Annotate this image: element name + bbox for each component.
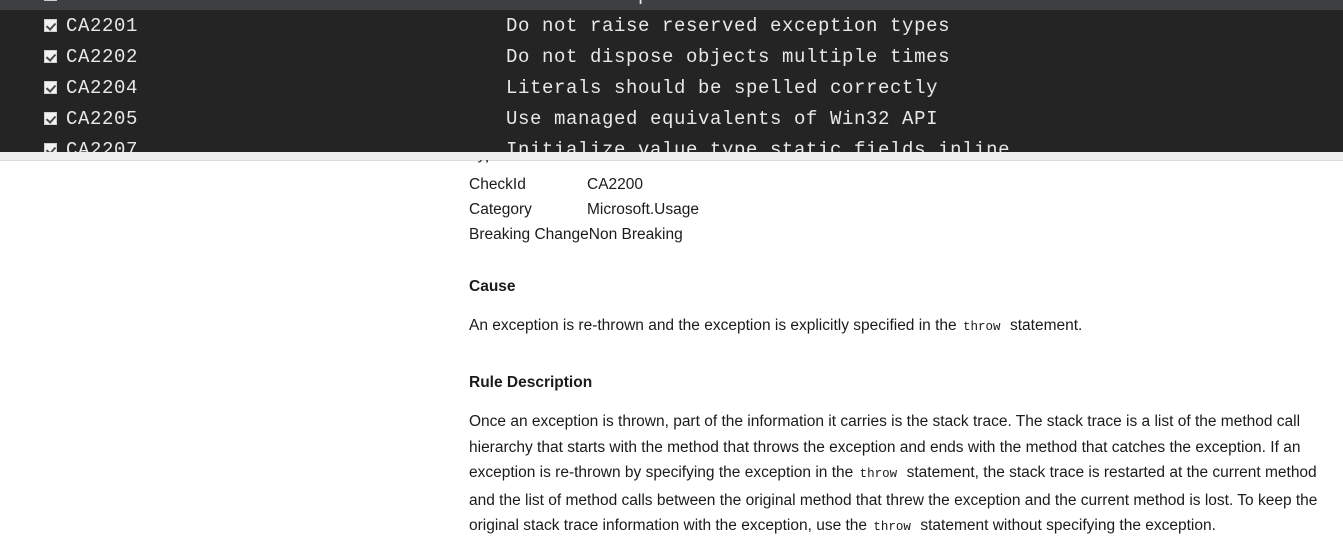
rule-code-label: CA2207: [66, 138, 139, 153]
rule-option-row[interactable]: CA2207 Initialize value type static field…: [0, 134, 1343, 152]
rule-description-label: Do not raise reserved exception types: [506, 14, 951, 37]
typename-label: TypeName: [469, 160, 544, 163]
breaking-change-row: Breaking ChangeNon Breaking: [469, 222, 699, 247]
table-row: Breaking ChangeNon Breaking: [469, 222, 699, 247]
rule-metadata-section: TypeName RethrowToPreserveStackDetails C…: [469, 160, 1329, 247]
rule-code-label: CA2205: [66, 107, 139, 130]
rule-option-row[interactable]: CA2204 Literals should be spelled correct…: [0, 72, 1343, 103]
checkbox-checked-icon[interactable]: [44, 112, 57, 125]
cause-text-after: statement.: [1009, 317, 1083, 334]
typename-value: RethrowToPreserveStackDetails: [593, 160, 815, 163]
checkid-value: CA2200: [587, 176, 644, 193]
throw-code-keyword: throw: [873, 520, 919, 534]
rule-description-label: Do not dispose objects multiple times: [506, 45, 951, 68]
rule-description-section: Rule Description: [469, 373, 592, 393]
throw-code-keyword: throw: [859, 467, 905, 481]
throw-code-keyword: throw: [962, 320, 1008, 334]
rule-code-label: CA2201: [66, 14, 139, 37]
rule-option-row[interactable]: CA2205 Use managed equivalents of Win32 A…: [0, 103, 1343, 134]
rule-description-label: Rethrow to preserve stack details: [506, 0, 902, 6]
rule-selection-overlay[interactable]: CA2200Rethrow to preserve stack detailsC…: [0, 0, 1343, 152]
cause-section: Cause: [469, 277, 516, 297]
category-label: Category: [469, 201, 532, 218]
cause-paragraph: An exception is re-thrown and the except…: [469, 313, 1331, 341]
breaking-change-value: Non Breaking: [588, 226, 683, 243]
rule-description-label: Initialize value type static fields inli…: [506, 138, 1011, 153]
breaking-change-label: Breaking Change: [469, 226, 589, 243]
table-row: CheckId CA2200: [469, 172, 699, 197]
clipped-typename-row: TypeName RethrowToPreserveStackDetails: [469, 160, 1329, 170]
rule-option-list[interactable]: CA2200Rethrow to preserve stack detailsC…: [0, 0, 1343, 152]
rule-description-label: Literals should be spelled correctly: [506, 76, 939, 99]
rule-option-row[interactable]: CA2200 Rethrow to preserve stack details: [0, 0, 1343, 10]
rule-description-heading: Rule Description: [469, 374, 593, 391]
checkbox-checked-icon[interactable]: [44, 0, 57, 1]
metadata-table: CheckId CA2200 Category Microsoft.Usage …: [469, 172, 699, 247]
category-value: Microsoft.Usage: [587, 201, 699, 218]
rule-code-label: CA2204: [66, 76, 139, 99]
rule-desc-part3: statement without specifying the excepti…: [920, 517, 1216, 534]
checkbox-checked-icon[interactable]: [44, 19, 57, 32]
checkbox-checked-icon[interactable]: [44, 50, 57, 63]
table-row: Category Microsoft.Usage: [469, 197, 699, 222]
rule-description-label: Use managed equivalents of Win32 API: [506, 107, 939, 130]
rule-code-label: CA2200: [66, 0, 138, 6]
rule-option-row[interactable]: CA2202 Do not dispose objects multiple ti…: [0, 41, 1343, 72]
checkbox-checked-icon[interactable]: [44, 81, 57, 94]
cause-heading: Cause: [469, 278, 516, 295]
checkid-label: CheckId: [469, 176, 526, 193]
rule-code-label: CA2202: [66, 45, 139, 68]
cause-text-before: An exception is re-thrown and the except…: [469, 317, 961, 334]
rule-option-row[interactable]: CA2201 Do not raise reserved exception ty…: [0, 10, 1343, 41]
rule-description-paragraph: Once an exception is thrown, part of the…: [469, 409, 1331, 541]
checkbox-checked-icon[interactable]: [44, 143, 57, 152]
